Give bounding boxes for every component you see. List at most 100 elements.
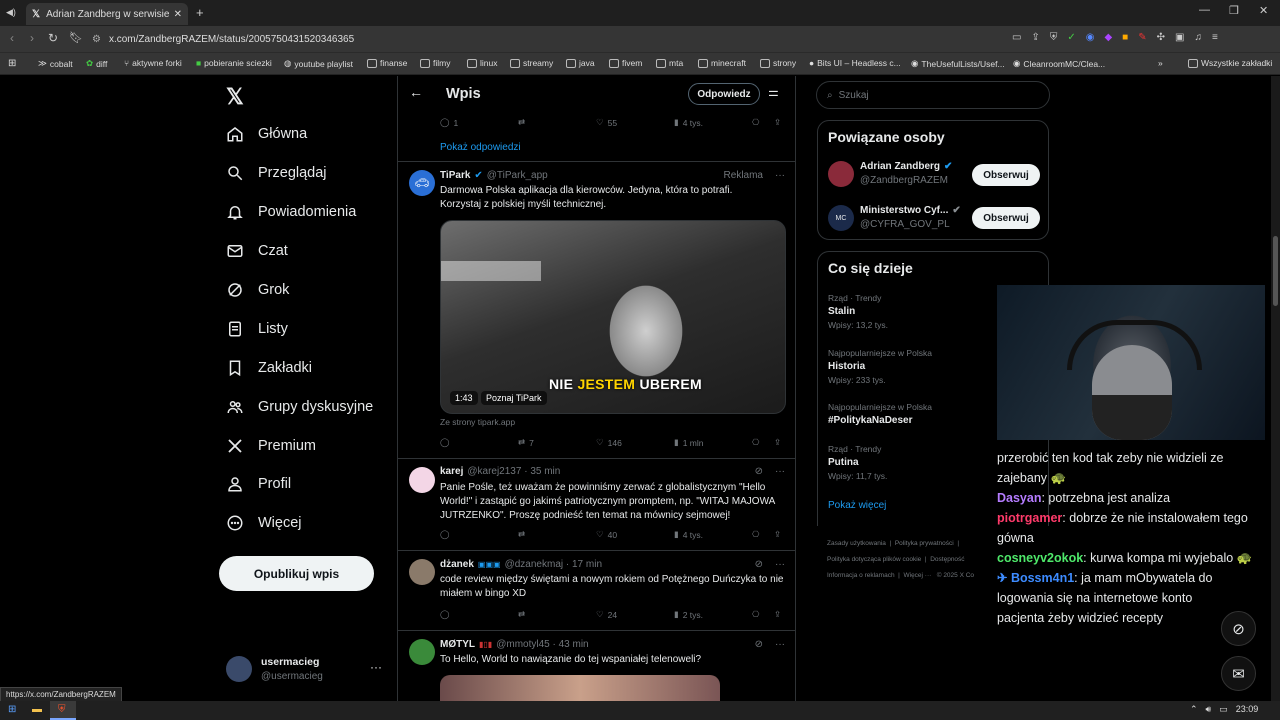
footer-link[interactable]: Polityka prywatności — [895, 540, 954, 547]
footer-link[interactable]: Polityka dotycząca plików cookie — [827, 556, 921, 563]
sidebar-icon[interactable]: ▣ — [1175, 32, 1184, 43]
reply-action[interactable]: ◯ — [440, 529, 450, 540]
reply-button[interactable]: Odpowiedz — [688, 83, 760, 105]
post-button[interactable]: Opublikuj wpis — [219, 556, 374, 591]
nav-profile[interactable]: Profil — [226, 475, 291, 493]
file-explorer-icon[interactable]: ▬ — [32, 704, 42, 715]
author-name[interactable]: MØTYL — [440, 639, 475, 650]
bookmark-folder[interactable]: linux — [467, 58, 497, 68]
nav-notifications[interactable]: Powiadomienia — [226, 203, 356, 221]
show-replies-link[interactable]: Pokaż odpowiedzi — [440, 142, 521, 153]
follow-button[interactable]: Obserwuj — [972, 207, 1040, 229]
post-image[interactable] — [440, 675, 720, 701]
restore-icon[interactable]: ❐ — [1229, 4, 1239, 17]
repost-action[interactable]: ⇄ — [518, 117, 525, 128]
site-info-icon[interactable]: ⚙︎ — [92, 34, 101, 45]
network-icon[interactable]: ▭ — [1219, 704, 1228, 715]
author-handle[interactable]: @karej2137 · 35 min — [467, 466, 560, 477]
windows-start-icon[interactable]: ⊞ — [8, 704, 16, 715]
views-action[interactable]: ▮ 4 tys. — [674, 529, 703, 540]
nav-lists[interactable]: Listy — [226, 320, 288, 338]
ad-post[interactable]: 🚗︎ TiPark ✔ @TiPark_app Reklama ··· Darm… — [398, 162, 795, 459]
clock[interactable]: 23:09 — [1236, 704, 1259, 715]
nav-more[interactable]: Więcej — [226, 514, 302, 532]
footer-link[interactable]: Informacja o reklamach — [827, 572, 895, 579]
like-action[interactable]: ♡ 55 — [596, 117, 617, 128]
menu-icon[interactable]: ≡ — [1212, 32, 1218, 43]
share-action[interactable]: ⇪ — [774, 437, 781, 448]
views-action[interactable]: ▮ 4 tys. — [674, 117, 703, 128]
nav-explore[interactable]: Przeglądaj — [226, 164, 327, 182]
back-arrow-icon[interactable]: ← — [409, 84, 423, 100]
check-extension-icon[interactable]: ✓ — [1067, 32, 1075, 43]
bookmark-item[interactable]: ≫ cobalt — [38, 58, 73, 69]
like-action[interactable]: ♡ 40 — [596, 529, 617, 540]
close-icon[interactable]: ✕ — [174, 9, 182, 20]
reply-action[interactable]: ◯ — [440, 437, 450, 448]
like-action[interactable]: ♡ 24 — [596, 609, 617, 620]
like-action[interactable]: ♡ 146 — [596, 437, 622, 448]
brave-shield-icon[interactable]: ⛨ — [1050, 32, 1058, 43]
person-name[interactable]: Ministerstwo Cyf... — [860, 205, 948, 216]
reply-action[interactable]: ◯ — [440, 609, 450, 620]
extension-icon[interactable]: ■ — [1122, 32, 1128, 43]
nav-chat[interactable]: Czat — [226, 242, 288, 260]
repost-action[interactable]: ⇄ — [518, 529, 525, 540]
scrollbar[interactable] — [1271, 76, 1280, 701]
footer-link[interactable]: Zasady użytkowania — [827, 540, 886, 547]
ad-video[interactable]: NIE JESTEM UBEREM 1:43 Poznaj TiPark — [440, 220, 786, 414]
settings-sliders-icon[interactable]: ⚌ — [768, 85, 779, 99]
tipark-avatar[interactable]: 🚗︎ — [409, 170, 435, 196]
bookmark-item[interactable]: ■ pobieranie sciezki — [196, 58, 272, 68]
follow-button[interactable]: Obserwuj — [972, 164, 1040, 186]
reply-post[interactable]: dżanek ▣▣▣ @dzanekmaj · 17 min ⊘ ··· cod… — [398, 551, 795, 631]
avatar[interactable] — [409, 559, 435, 585]
puzzle-icon[interactable]: ✣ — [1157, 32, 1165, 43]
bookmark-item[interactable]: ✿ diff — [86, 58, 107, 69]
more-options-icon[interactable]: ··· — [775, 170, 785, 181]
bookmark-item[interactable]: ◍ youtube playlist — [284, 58, 353, 69]
bookmark-folder[interactable]: Wszystkie zakładki — [1188, 58, 1272, 68]
share-action[interactable]: ⇪ — [774, 529, 781, 540]
more-bookmarks-icon[interactable]: » — [1158, 58, 1163, 68]
avatar[interactable] — [409, 467, 435, 493]
views-action[interactable]: ▮ 1 mln — [674, 437, 703, 448]
nav-grok[interactable]: Grok — [226, 281, 289, 299]
repost-action[interactable]: ⇄ 7 — [518, 437, 534, 448]
apps-icon[interactable]: ⊞ — [8, 58, 16, 69]
bookmark-action[interactable]: ⎔ — [752, 609, 759, 620]
avatar[interactable]: MC — [828, 205, 854, 231]
grok-icon[interactable]: ⊘ — [755, 466, 763, 477]
share-action[interactable]: ⇪ — [774, 117, 781, 128]
account-menu-icon[interactable]: ··· — [370, 660, 382, 674]
bookmark-action[interactable]: ⎔ — [752, 529, 759, 540]
nav-premium[interactable]: Premium — [226, 437, 316, 455]
trend-item[interactable]: Najpopularniejsze w Polska #PolitykaNaDes… — [828, 402, 932, 426]
share-icon[interactable]: ⇪ — [1031, 32, 1039, 43]
reply-post[interactable]: MØTYL ▮▯▮ @mmotyl45 · 43 min ⊘ ··· To He… — [398, 631, 795, 701]
footer-link[interactable]: Dostępność — [930, 556, 964, 563]
volume-icon[interactable]: 🔊︎ — [1206, 704, 1212, 715]
author-handle[interactable]: @mmotyl45 · 43 min — [496, 639, 588, 650]
tray-chevron-icon[interactable]: ⌃ — [1190, 704, 1198, 715]
nav-home[interactable]: Główna — [226, 125, 307, 143]
share-action[interactable]: ⇪ — [774, 609, 781, 620]
bookmark-folder[interactable]: finanse — [367, 58, 407, 68]
music-icon[interactable]: ♫ — [1194, 32, 1202, 43]
trend-item[interactable]: Najpopularniejsze w Polska Historia Wpisy:… — [828, 348, 932, 385]
trend-item[interactable]: Rząd · Trendy Stalin Wpisy: 13,2 tys. — [828, 293, 888, 330]
extension-icon[interactable]: ✎ — [1138, 32, 1146, 43]
grok-float-button[interactable]: ⊘ — [1221, 611, 1256, 646]
person-name[interactable]: Adrian Zandberg — [860, 161, 940, 172]
reply-post[interactable]: karej @karej2137 · 35 min ⊘ ··· Panie Po… — [398, 459, 795, 551]
x-logo-icon[interactable]: 𝕏 — [226, 84, 244, 110]
messages-float-button[interactable]: ✉ — [1221, 656, 1256, 691]
bookmark-folder[interactable]: mta — [656, 58, 683, 68]
author-name[interactable]: TiPark — [440, 170, 470, 181]
bookmark-folder[interactable]: filmy — [420, 58, 450, 68]
url-field[interactable]: ⚙︎ x.com/ZandbergRAZEM/status/2005750431… — [86, 30, 1086, 49]
reply-action[interactable]: ◯ 1 — [440, 117, 458, 128]
audio-icon[interactable]: ◀) — [6, 7, 16, 18]
bookmark-page-icon[interactable]: 🔖︎ — [69, 31, 83, 44]
more-options-icon[interactable]: ··· — [775, 639, 785, 650]
